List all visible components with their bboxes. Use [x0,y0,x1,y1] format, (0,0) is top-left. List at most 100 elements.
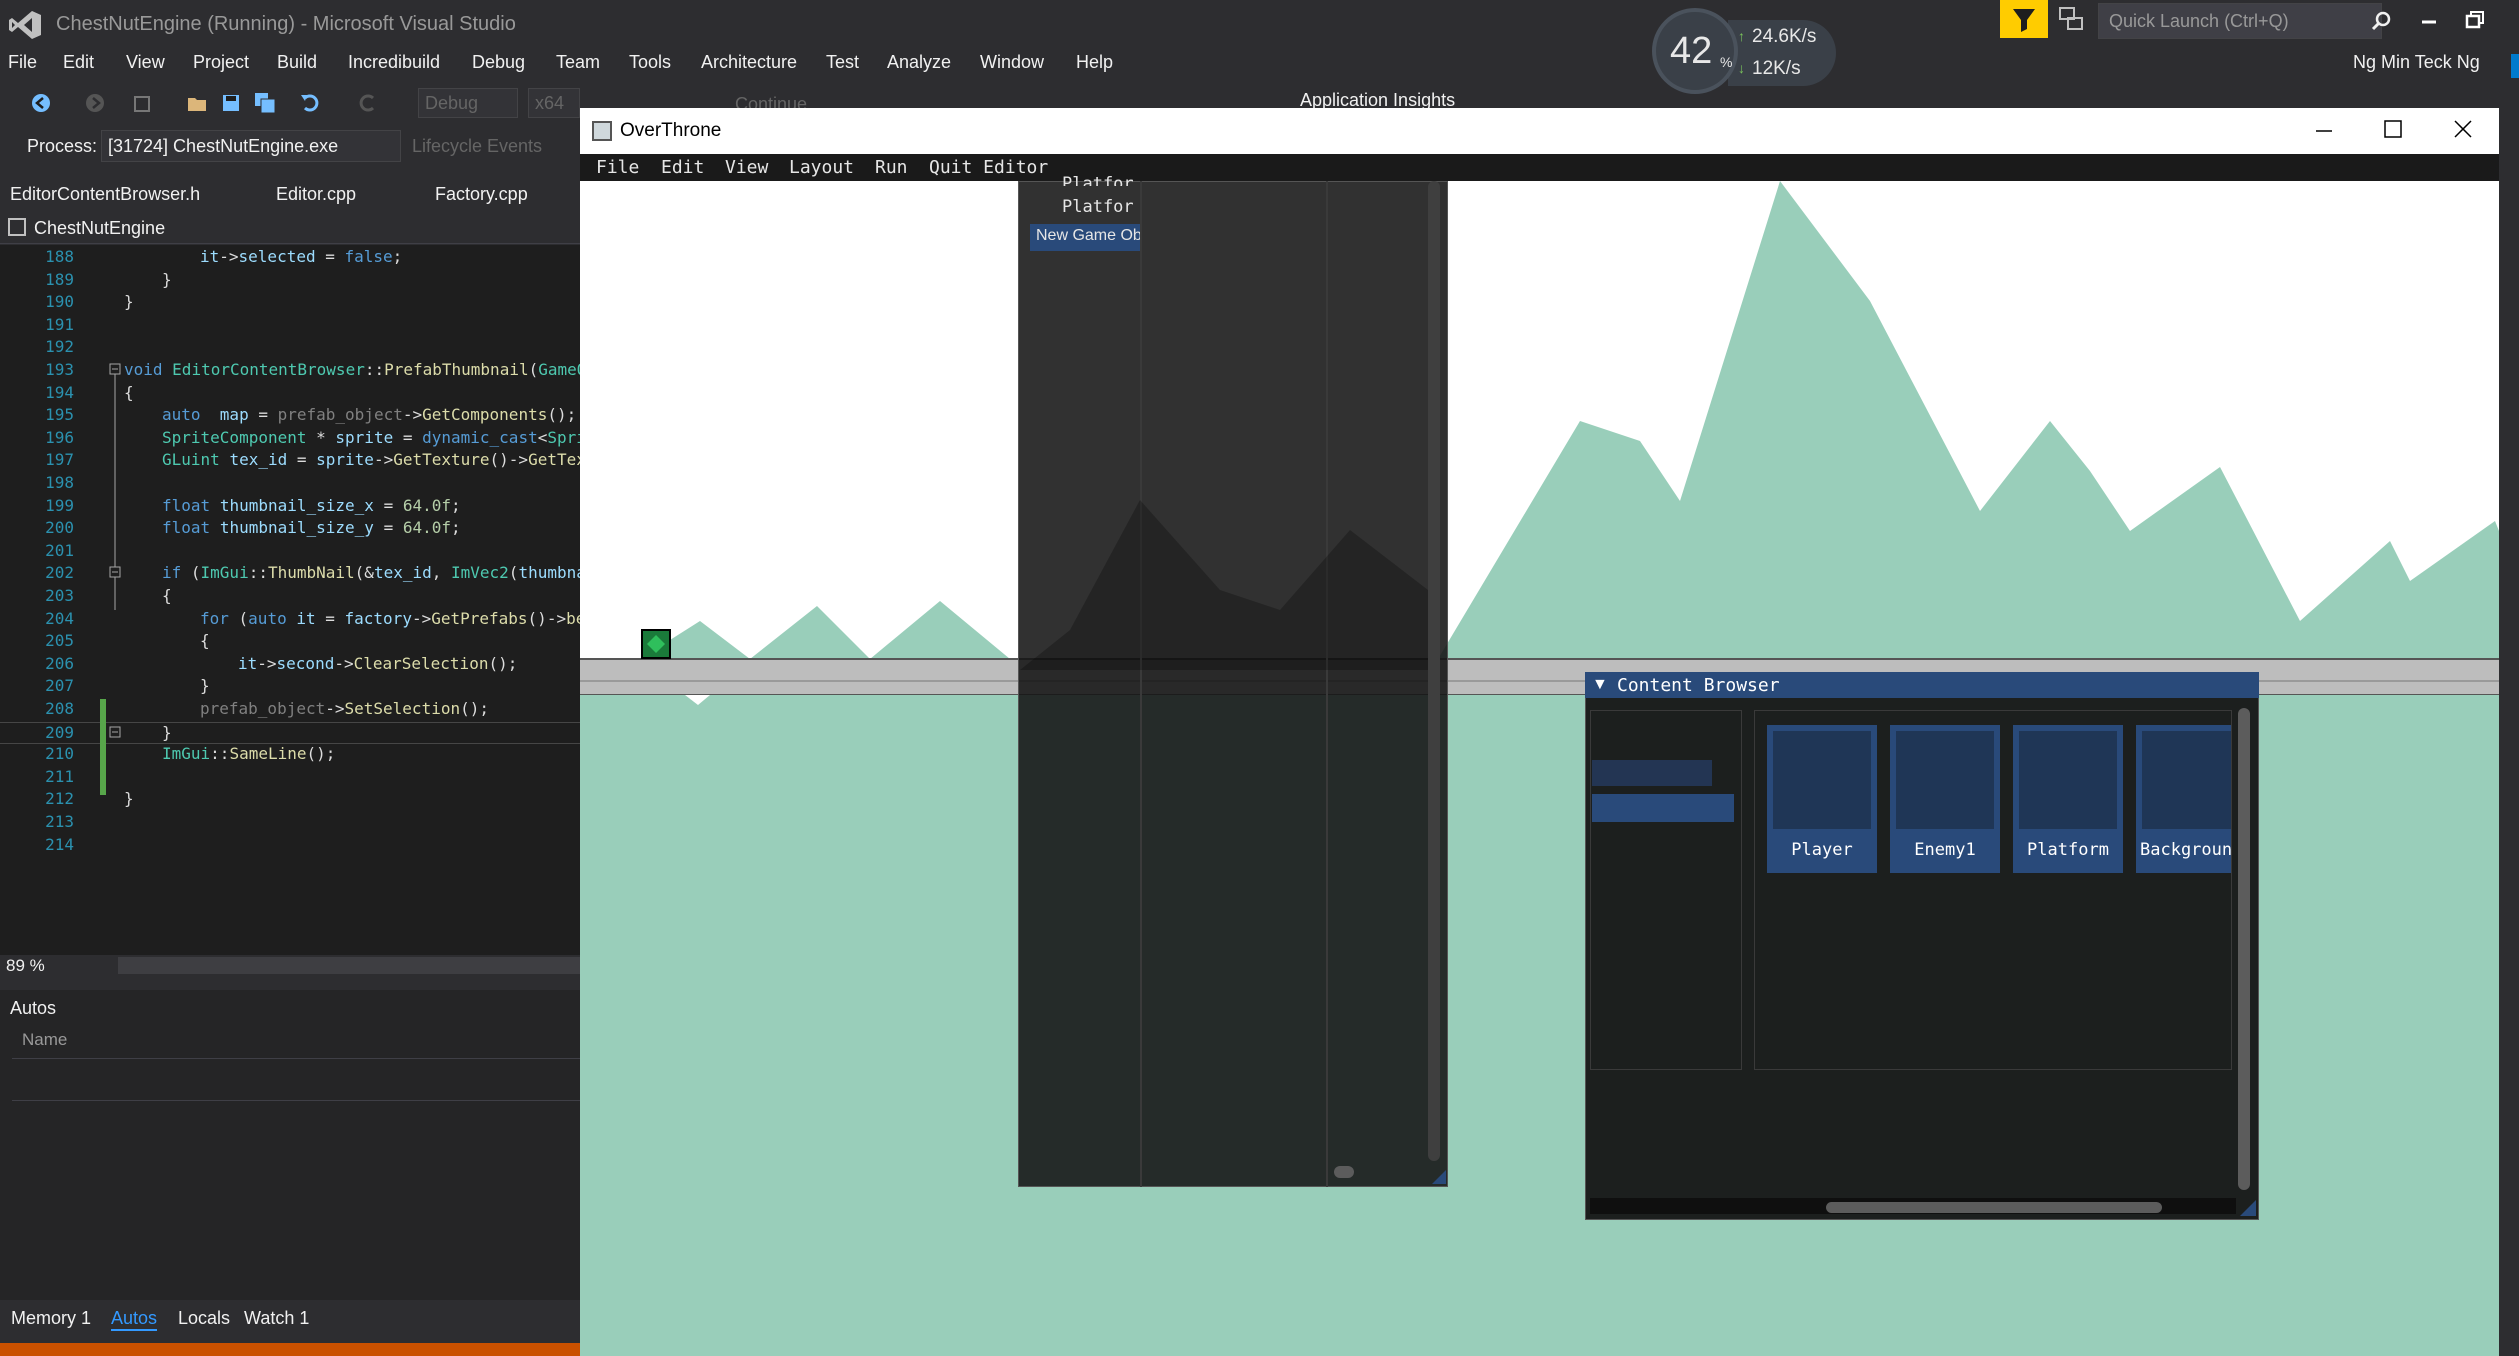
visual-studio-logo-icon [8,10,42,40]
navigate-forward-icon[interactable] [84,92,106,114]
process-label: Process: [27,136,98,156]
tree-item-platform[interactable]: Platfor [1062,174,1134,186]
code-line: 197 GLuint tex_id = sprite->GetTexture()-… [45,450,580,470]
menu-team[interactable]: Team [556,52,600,73]
menu-help[interactable]: Help [1076,52,1113,73]
status-bar [0,1343,580,1356]
tab-factory-cpp[interactable]: Factory.cpp [435,184,528,205]
game-maximize-button[interactable] [2382,118,2404,140]
save-all-icon[interactable] [254,92,276,114]
vs-right-edge [2499,48,2519,1356]
save-icon[interactable] [220,92,242,114]
game-app-icon [592,121,612,141]
game-window-title: OverThrone [620,120,722,141]
hierarchy-vertical-scrollbar[interactable] [1428,181,1440,1161]
editor-menu-quit-editor[interactable]: Quit Editor [929,157,1048,178]
menu-incredibuild[interactable]: Incredibuild [348,52,440,73]
menu-build[interactable]: Build [277,52,317,73]
code-line: 214 [45,834,74,854]
folder-item-selected[interactable] [1592,794,1734,822]
code-editor[interactable]: 188 it->selected = false; 189} 190} 191 1… [0,245,580,957]
tab-watch-1[interactable]: Watch 1 [244,1308,309,1329]
resize-grip-icon[interactable] [2240,1200,2256,1216]
menu-analyze[interactable]: Analyze [887,52,951,73]
menu-test[interactable]: Test [826,52,859,73]
outlining-margin[interactable] [108,360,128,610]
menu-window[interactable]: Window [980,52,1044,73]
tab-autos[interactable]: Autos [111,1308,158,1331]
side-tab-accent[interactable] [2511,54,2519,78]
menu-file[interactable]: File [8,52,37,73]
code-line: 188 it->selected = false; [45,247,403,266]
code-line: 207} [45,676,210,696]
redo-icon[interactable] [356,92,378,114]
game-minimize-button[interactable] [2313,120,2335,142]
prefab-label: Enemy1 [1914,840,1976,860]
code-line: 189} [45,269,172,289]
row-divider [12,1100,580,1101]
menu-tools[interactable]: Tools [629,52,671,73]
editor-menu-edit[interactable]: Edit [661,157,704,178]
faded-mountain-overlay [1020,500,1428,670]
nav-project-select[interactable]: ChestNutEngine [34,218,165,239]
outlining-collapse-for[interactable] [108,723,128,753]
code-line: 194{ [45,382,134,402]
lifecycle-events-button[interactable]: Lifecycle Events [412,136,542,157]
undo-icon[interactable] [300,92,322,114]
code-line: 212} [45,789,134,809]
menu-project[interactable]: Project [193,52,249,73]
open-file-icon[interactable] [186,92,208,114]
game-title-bar [580,108,2499,154]
horizontal-scrollbar[interactable] [118,957,580,974]
prefab-tile-player[interactable]: Player [1767,725,1877,873]
code-line: 198 [45,473,74,492]
solution-configuration-select[interactable]: Debug [418,88,518,118]
menu-edit[interactable]: Edit [63,52,94,73]
content-browser-vertical-scrollbar[interactable] [2238,708,2250,1190]
folder-item[interactable] [1592,760,1712,786]
editor-menu-run[interactable]: Run [875,157,908,178]
minimize-button[interactable] [2416,10,2444,30]
editor-menu-view[interactable]: View [725,157,768,178]
solution-platform-select[interactable]: x64 [528,88,580,118]
quick-launch-input[interactable]: Quick Launch (Ctrl+Q) [2098,3,2382,39]
tab-editor-content-browser-h[interactable]: EditorContentBrowser.h [10,184,200,205]
editor-menu-file[interactable]: File [596,157,639,178]
code-line: 196 SpriteComponent * sprite = dynamic_ca… [45,427,580,447]
editor-menu-layout[interactable]: Layout [789,157,854,178]
scrollbar-thumb[interactable] [1826,1202,2162,1213]
tab-memory-1[interactable]: Memory 1 [11,1308,91,1329]
tab-locals[interactable]: Locals [178,1308,230,1329]
user-account-name[interactable]: Ng Min Teck Ng [2353,52,2480,73]
autos-column-name[interactable]: Name [22,1030,67,1050]
upload-arrow-icon: ↑ [1738,28,1745,44]
new-game-object-button[interactable]: New Game Obj [1030,224,1140,251]
menu-view[interactable]: View [126,52,165,73]
restore-button[interactable] [2462,8,2490,32]
game-close-button[interactable] [2452,118,2474,140]
notification-filter-button[interactable] [2000,0,2048,38]
search-icon[interactable] [2370,10,2392,32]
tree-item-platform[interactable]: Platfor [1062,197,1134,217]
prefab-tile-platform[interactable]: Platform [2013,725,2123,873]
prefab-tile-background[interactable]: Background [2136,725,2231,873]
code-line: 213 [45,812,74,831]
hierarchy-horizontal-scrollbar[interactable] [1334,1166,1354,1178]
menu-debug[interactable]: Debug [472,52,525,73]
feedback-icon[interactable] [2058,6,2084,32]
code-line: 210 ImGui::SameLine(); [45,744,336,764]
zoom-level-select[interactable]: 89 % [6,956,45,976]
row-divider [12,1058,580,1059]
window-title: ChestNutEngine (Running) - Microsoft Vis… [56,13,516,35]
prefab-label: Platform [2027,840,2109,860]
process-select[interactable]: [31724] ChestNutEngine.exe [101,130,401,162]
menu-architecture[interactable]: Architecture [701,52,797,73]
prefab-tile-enemy1[interactable]: Enemy1 [1890,725,2000,873]
new-project-icon[interactable] [132,92,154,114]
player-sprite[interactable] [641,629,671,659]
navigate-back-icon[interactable] [30,92,52,114]
collapse-arrow-icon[interactable]: ▼ [1592,676,1608,694]
code-line: 204 for (auto it = factory->GetPrefabs()-… [45,608,580,628]
resize-grip-icon[interactable] [1432,1170,1446,1184]
tab-editor-cpp[interactable]: Editor.cpp [276,184,356,205]
